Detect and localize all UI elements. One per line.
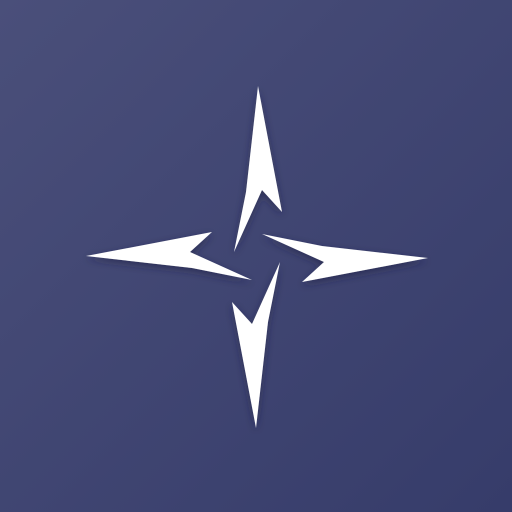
north-blade <box>234 86 282 252</box>
four-point-star-compass-icon <box>86 86 428 428</box>
app-icon-tile <box>0 0 512 512</box>
south-blade <box>232 262 280 428</box>
west-blade <box>86 232 252 280</box>
east-blade <box>262 234 428 282</box>
